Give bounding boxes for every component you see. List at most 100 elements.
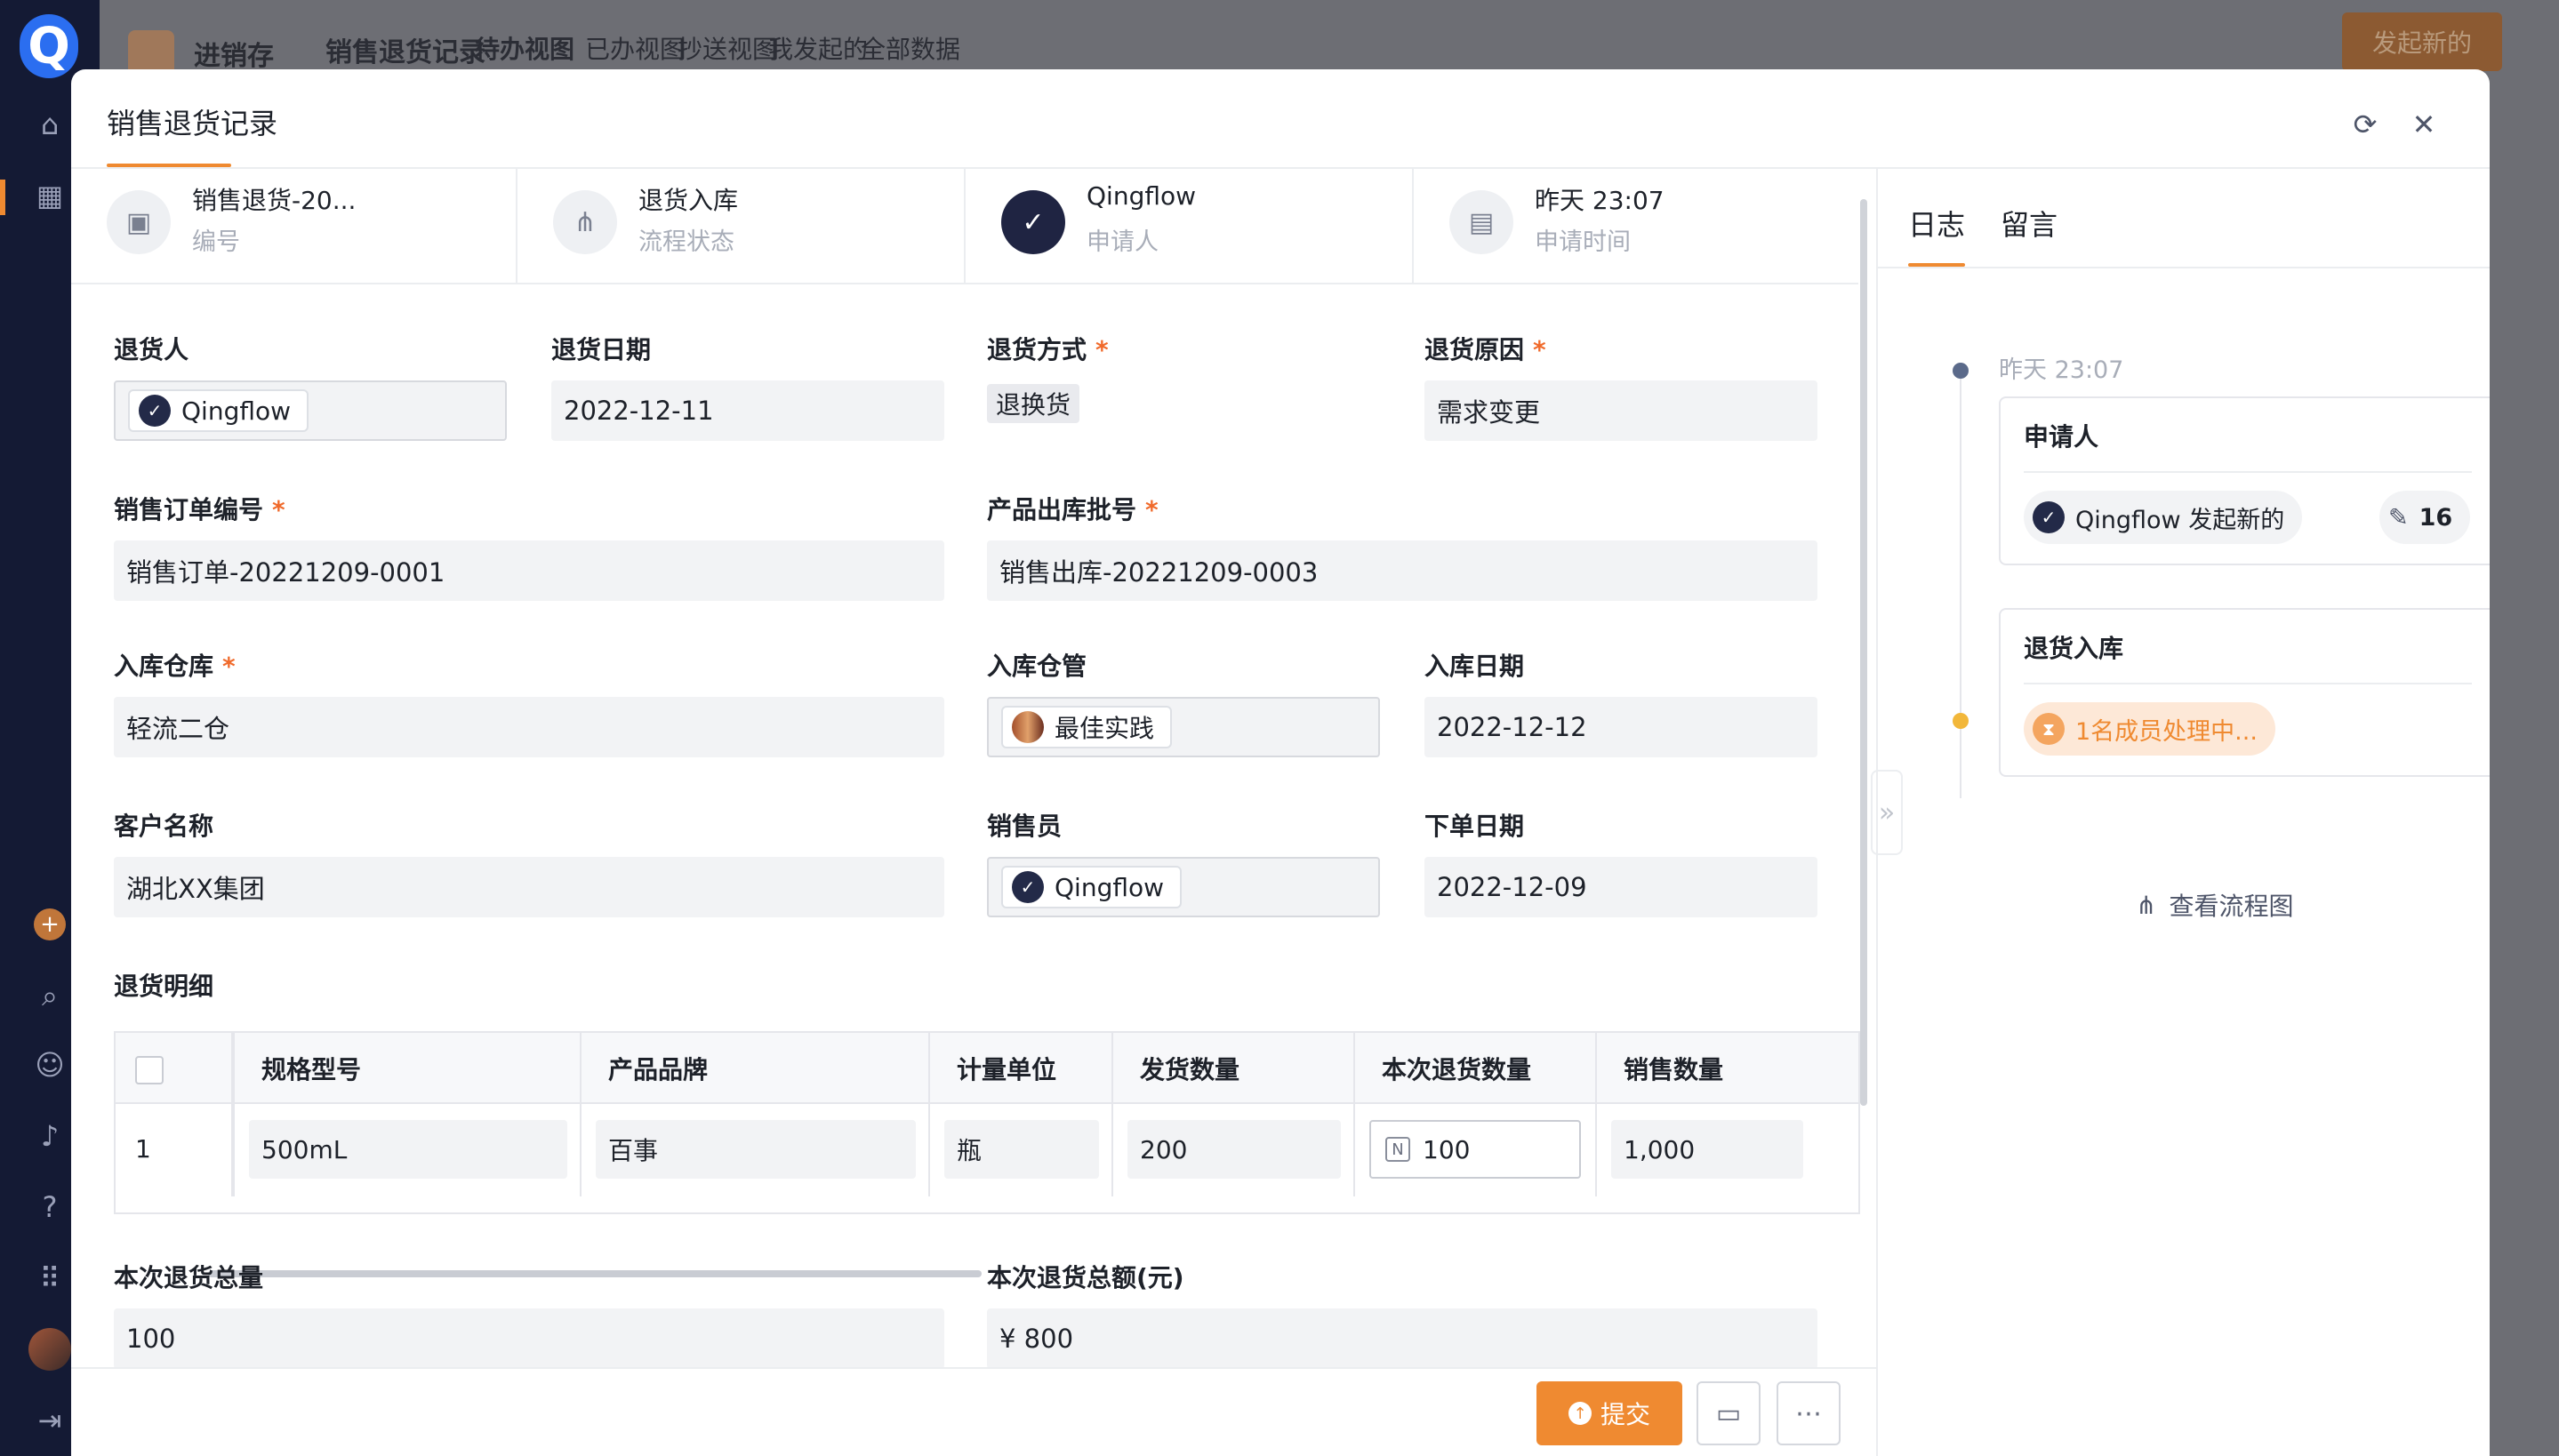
grid-menu-icon[interactable]: ⠿ (32, 1260, 68, 1296)
flowchart-icon: ⋔ (2136, 890, 2157, 920)
apply-time-label: 申请时间 (1535, 228, 1631, 256)
return-date-input[interactable]: 2022-12-11 (551, 380, 944, 441)
view-tab-cc[interactable]: 抄送视图 (678, 30, 777, 66)
flow-icon: ⋔ (553, 190, 617, 254)
info-record-number: ▣ 销售退货-20... 编号 (71, 169, 517, 283)
view-flowchart-link[interactable]: ⋔ 查看流程图 (2136, 887, 2293, 923)
info-apply-time: ▤ 昨天 23:07 申请时间 (1414, 169, 1858, 283)
apps-grid-icon[interactable]: ▦ (32, 178, 68, 213)
applicant-pill[interactable]: ✓ Qingflow 发起新的 (2024, 491, 2303, 544)
app-logo[interactable]: Q (20, 14, 78, 78)
batch-no-label: 产品出库批号 * (987, 491, 1159, 526)
field-in-date: 入库日期 2022-12-12 (1424, 647, 1817, 757)
return-reason-input[interactable]: 需求变更 (1424, 380, 1817, 441)
return-date-label: 退货日期 (551, 335, 652, 364)
tool-badge[interactable]: ✎ 16 (2379, 491, 2471, 544)
refresh-icon[interactable]: ⟳ (2347, 107, 2383, 142)
total-amount-input[interactable]: ¥ 800 (987, 1308, 1817, 1369)
timeline-time: 昨天 23:07 (1999, 356, 2124, 384)
returner-input[interactable]: ✓ Qingflow (114, 380, 507, 441)
home-icon[interactable]: ⌂ (32, 107, 68, 142)
form-vertical-scrollbar[interactable] (1860, 199, 1867, 1106)
users-icon[interactable]: ☺ (32, 1047, 68, 1083)
batch-no-input[interactable]: 销售出库-20221209-0003 (987, 540, 1817, 601)
form-selector[interactable]: 销售退货记录 (325, 30, 485, 69)
select-all-checkbox[interactable] (135, 1056, 164, 1084)
salesperson-input[interactable]: ✓ Qingflow (987, 857, 1380, 917)
return-qty-value: 100 (1423, 1134, 1471, 1164)
column-header-sold[interactable]: 销售数量 (1597, 1033, 1858, 1104)
user-avatar[interactable] (28, 1328, 71, 1371)
card-title: 申请人 (2024, 422, 2099, 452)
brand-input[interactable]: 百事 (596, 1120, 916, 1179)
cell-sold: 1,000 (1597, 1104, 1858, 1196)
cell-unit: 瓶 (930, 1104, 1113, 1196)
unit-input[interactable]: 瓶 (944, 1120, 1099, 1179)
number-icon: N (1385, 1137, 1410, 1162)
spec-input[interactable]: 500mL (249, 1120, 567, 1179)
tool-badge-count: 16 (2419, 503, 2453, 532)
view-tab-done[interactable]: 已办视图 (585, 30, 685, 66)
timeline-line (1960, 372, 1961, 798)
required-mark: * (1533, 335, 1546, 364)
order-date-label: 下单日期 (1424, 812, 1525, 841)
view-tab-todo[interactable]: 待办视图 (475, 30, 574, 66)
timeline-card-applicant: 申请人 ✓ Qingflow 发起新的 ✎ 16 (1999, 396, 2490, 565)
view-tab-all[interactable]: 全部数据 (861, 30, 960, 66)
salesperson-label: 销售员 (987, 812, 1063, 841)
column-header-brand[interactable]: 产品品牌 (582, 1033, 930, 1104)
column-header-shipped[interactable]: 发货数量 (1113, 1033, 1355, 1104)
returner-label: 退货人 (114, 335, 189, 364)
qingflow-avatar-icon: ✓ (1001, 190, 1065, 254)
new-record-button[interactable]: 发起新的 (2342, 12, 2502, 71)
wrench-icon: ✎ (2388, 503, 2409, 532)
bell-icon[interactable]: ♪ (32, 1118, 68, 1154)
field-order-date: 下单日期 2022-12-09 (1424, 807, 1817, 917)
keeper-input[interactable]: 最佳实践 (987, 697, 1380, 757)
log-panel: 日志 留言 昨天 23:07 申请人 ✓ Qingflow 发起新的 ✎ 16 … (1876, 169, 2490, 1456)
cell-return-qty: N 100 (1355, 1104, 1597, 1196)
modal-header: 销售退货记录 ⟳ ✕ (71, 69, 2490, 169)
tab-comments[interactable]: 留言 (2001, 203, 2058, 244)
active-tab-underline (1908, 263, 1965, 267)
save-draft-button[interactable]: ▭ (1697, 1381, 1761, 1445)
search-icon[interactable]: ⌕ (32, 978, 68, 1013)
return-qty-input[interactable]: N 100 (1369, 1120, 1581, 1179)
info-flow-status: ⋔ 退货入库 流程状态 (517, 169, 966, 283)
modal-title[interactable]: 销售退货记录 (107, 101, 277, 142)
return-method-label-text: 退货方式 (987, 335, 1087, 364)
add-icon[interactable]: + (34, 908, 66, 940)
row-index-cell: 1 (116, 1104, 233, 1196)
column-header-spec[interactable]: 规格型号 (233, 1033, 582, 1104)
sold-input[interactable]: 1,000 (1611, 1120, 1803, 1179)
view-tab-mine[interactable]: 我发起的 (768, 30, 868, 66)
field-detail: 退货明细 (114, 967, 213, 1003)
table-horizontal-scrollbar[interactable] (208, 1270, 982, 1277)
close-icon[interactable]: ✕ (2406, 107, 2442, 142)
field-sales-order: 销售订单编号 * 销售订单-20221209-0001 (114, 491, 944, 601)
more-actions-button[interactable]: ⋯ (1777, 1381, 1841, 1445)
return-method-input[interactable]: 退换货 (987, 373, 1380, 434)
field-salesperson: 销售员 ✓ Qingflow (987, 807, 1380, 917)
salesperson-chip[interactable]: ✓ Qingflow (1001, 866, 1183, 908)
in-date-input[interactable]: 2022-12-12 (1424, 697, 1817, 757)
view-flowchart-label: 查看流程图 (2169, 892, 2294, 921)
help-icon[interactable]: ? (32, 1189, 68, 1225)
column-header-return-qty[interactable]: 本次退货数量 (1355, 1033, 1597, 1104)
shipped-input[interactable]: 200 (1127, 1120, 1341, 1179)
expand-sidebar-icon[interactable]: ⇥ (32, 1403, 68, 1438)
submit-button[interactable]: ↑ 提交 (1536, 1381, 1682, 1445)
sales-order-input[interactable]: 销售订单-20221209-0001 (114, 540, 944, 601)
warehouse-input[interactable]: 轻流二仓 (114, 697, 944, 757)
customer-input[interactable]: 湖北XX集团 (114, 857, 944, 917)
field-keeper: 入库仓管 最佳实践 (987, 647, 1380, 757)
keeper-chip[interactable]: 最佳实践 (1001, 706, 1173, 748)
returner-chip[interactable]: ✓ Qingflow (128, 389, 309, 432)
total-qty-input[interactable]: 100 (114, 1308, 944, 1369)
processing-pill[interactable]: ⧗ 1名成员处理中... (2024, 702, 2275, 756)
tab-log[interactable]: 日志 (1908, 203, 1965, 244)
order-date-input[interactable]: 2022-12-09 (1424, 857, 1817, 917)
more-icon: ⋯ (1795, 1397, 1822, 1429)
column-header-unit[interactable]: 计量单位 (930, 1033, 1113, 1104)
cell-shipped: 200 (1113, 1104, 1355, 1196)
